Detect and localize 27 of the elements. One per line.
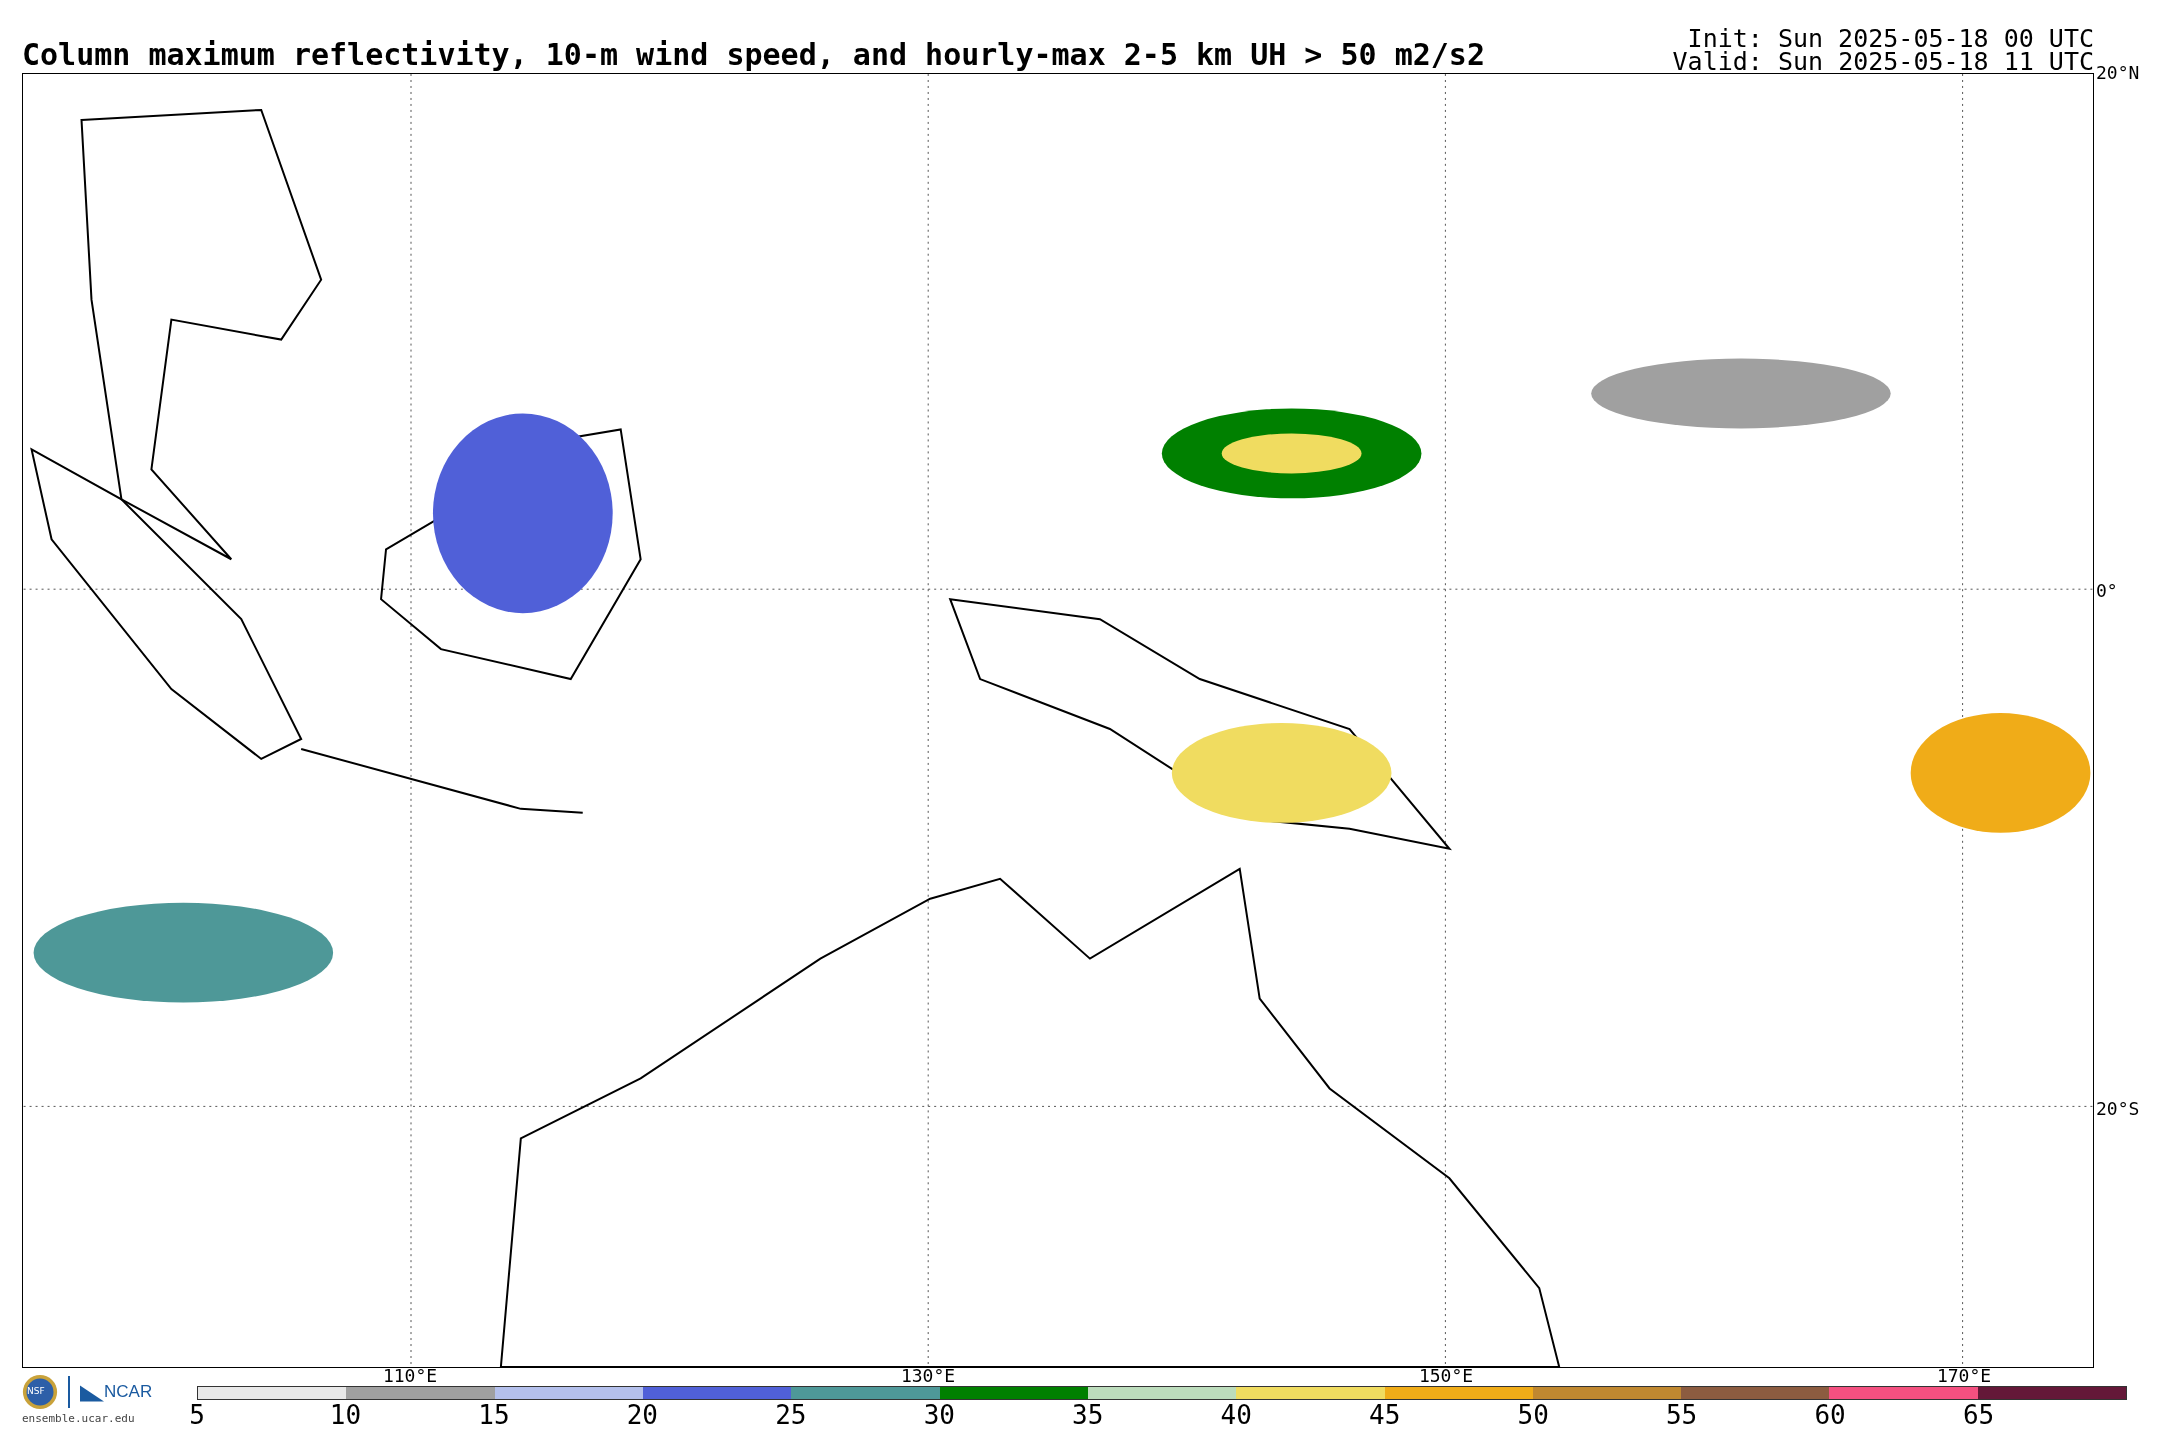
- init-time: Init: Sun 2025-05-18 00 UTC: [1687, 27, 2094, 50]
- latitude-label: 0°: [2096, 579, 2118, 603]
- scale-tick-label: 40: [1220, 1400, 1252, 1430]
- longitude-label: 110°E: [382, 1366, 438, 1386]
- scale-tick-label: 60: [1814, 1400, 1846, 1430]
- scale-tick-label: 55: [1665, 1400, 1698, 1430]
- scale-tick-label: 5: [189, 1400, 205, 1430]
- scale-tick-label: 65: [1962, 1400, 1995, 1430]
- site-url: ensemble.ucar.edu: [22, 1412, 136, 1425]
- scale-tick-label: 10: [329, 1400, 362, 1430]
- latitude-label: 20°S: [2096, 1097, 2140, 1121]
- valid-time: Valid: Sun 2025-05-18 11 UTC: [1672, 50, 2094, 73]
- scale-tick-label: 50: [1517, 1400, 1549, 1430]
- latitude-label: 20°N: [2096, 61, 2140, 85]
- globe-logo-icon: [22, 1374, 58, 1410]
- scale-tick-label: 20: [626, 1400, 659, 1430]
- scale-tick-label: 15: [478, 1400, 510, 1430]
- longitude-label: 150°E: [1418, 1366, 1474, 1386]
- logo-text: NCAR: [104, 1382, 153, 1402]
- longitude-label: 170°E: [1936, 1366, 1992, 1386]
- plot-title: Column maximum reflectivity, 10-m wind speed, and hourly-max 2-5 km UH > 50 m2/s2: [22, 37, 1485, 73]
- logo-text: NSF: [27, 1386, 45, 1396]
- longitude-label: 130°E: [900, 1366, 956, 1386]
- scale-tick-label: 45: [1369, 1400, 1401, 1430]
- scale-tick-label: 30: [923, 1400, 955, 1430]
- scale-tick-label: 25: [775, 1400, 807, 1430]
- scale-tick-label: 35: [1072, 1400, 1104, 1430]
